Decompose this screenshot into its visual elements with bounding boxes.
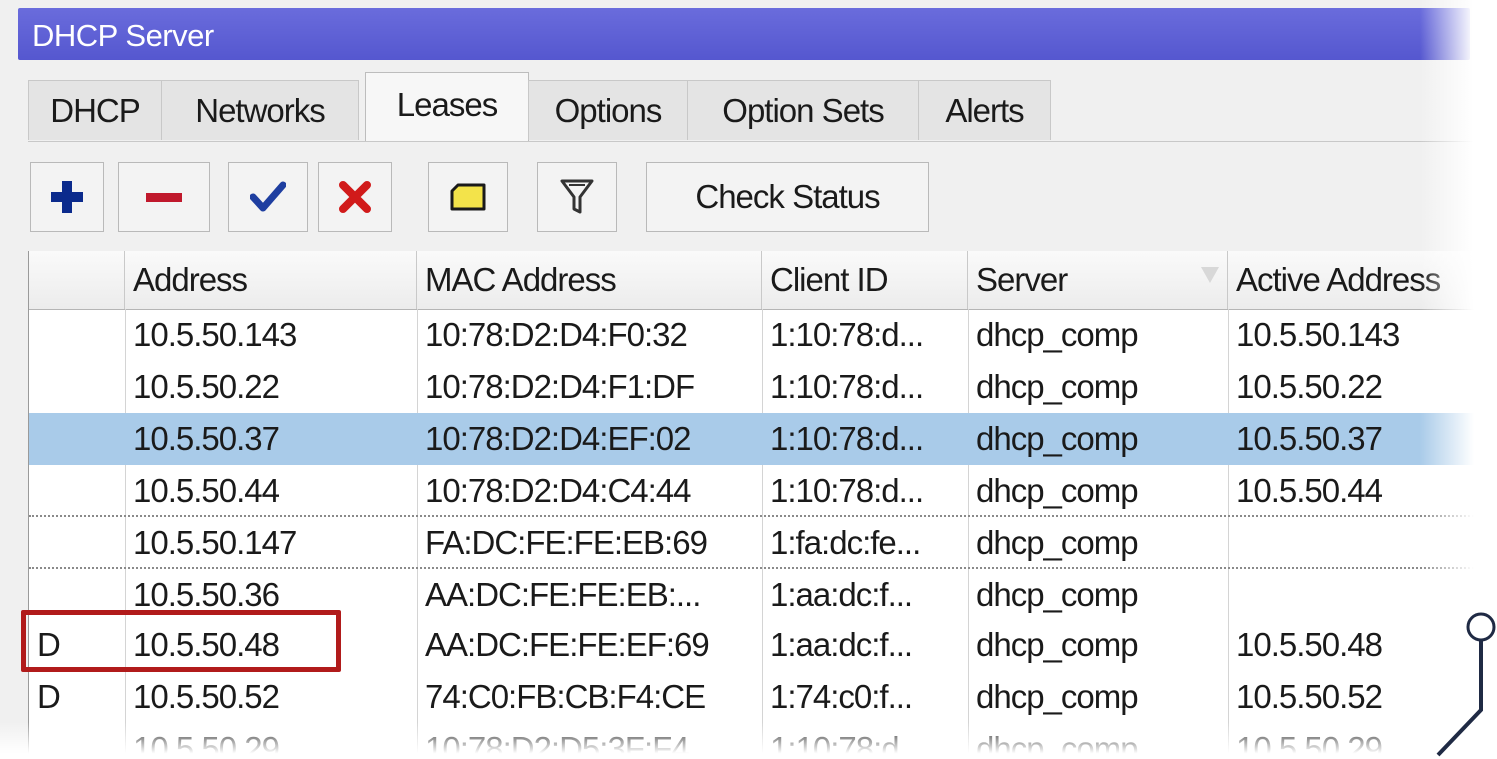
cell-flag xyxy=(29,309,125,361)
filter-icon xyxy=(560,179,594,214)
cell-client-id: 1:aa:dc:f... xyxy=(770,626,913,663)
cell-client-id: 1:10:78:d... xyxy=(770,420,924,457)
cell-server: dhcp_comp xyxy=(976,472,1139,509)
leases-table: Address MAC Address Client ID Server Act… xyxy=(28,251,1474,759)
cell-client-id: 1:74:c0:f... xyxy=(770,678,913,715)
enable-button[interactable] xyxy=(228,162,308,232)
checkmark-icon xyxy=(250,181,286,212)
annotation-highlight-box xyxy=(21,610,341,672)
tab-leases[interactable]: Leases xyxy=(365,72,529,142)
title-bar[interactable]: DHCP Server xyxy=(18,8,1470,60)
cell-server: dhcp_comp xyxy=(976,576,1139,613)
cell-address: 10.5.50.44 xyxy=(133,472,280,509)
table-row[interactable]: 10.5.50.147 FA:DC:FE:FE:EB:69 1:fa:dc:fe..… xyxy=(29,515,1474,567)
cell-server: dhcp_comp xyxy=(976,678,1139,715)
table-row[interactable]: 10.5.50.44 10:78:D2:D4:C4:44 1:10:78:d... d… xyxy=(29,465,1474,517)
cell-flag xyxy=(29,465,125,517)
add-button[interactable] xyxy=(30,162,104,232)
table-row[interactable]: 10.5.50.22 10:78:D2:D4:F1:DF 1:10:78:d... d… xyxy=(29,361,1474,413)
column-header-server[interactable]: Server xyxy=(968,251,1228,309)
cell-flag: D xyxy=(37,678,61,715)
x-icon xyxy=(339,181,371,213)
decorative-connector-icon xyxy=(1436,612,1496,757)
plus-icon xyxy=(51,181,83,213)
sort-indicator-icon xyxy=(1201,267,1219,283)
tab-networks[interactable]: Networks xyxy=(161,80,359,140)
comment-note-icon xyxy=(450,183,486,211)
column-header-client-id[interactable]: Client ID xyxy=(762,251,968,309)
tab-dhcp[interactable]: DHCP xyxy=(28,80,162,140)
cell-client-id: 1:fa:dc:fe... xyxy=(770,524,921,561)
dhcp-server-window: DHCP Server DHCP Networks Leases Options… xyxy=(0,0,1497,759)
cell-mac-address: 10:78:D2:D4:EF:02 xyxy=(425,420,692,457)
column-header-address[interactable]: Address xyxy=(125,251,417,309)
cell-server: dhcp_comp xyxy=(976,420,1139,457)
tab-divider xyxy=(28,141,1473,142)
cell-mac-address: 10:78:D2:D4:F1:DF xyxy=(425,368,695,405)
cell-server: dhcp_comp xyxy=(976,626,1139,663)
cell-address: 10.5.50.37 xyxy=(133,420,280,457)
cell-flag xyxy=(29,517,125,569)
tab-option-sets[interactable]: Option Sets xyxy=(687,80,919,140)
table-row[interactable]: D 10.5.50.52 74:C0:FB:CB:F4:CE 1:74:c0:f...… xyxy=(29,671,1474,723)
check-status-button[interactable]: Check Status xyxy=(646,162,929,232)
table-row[interactable]: 10.5.50.37 10:78:D2:D4:EF:02 1:10:78:d... d… xyxy=(29,413,1474,465)
window-title: DHCP Server xyxy=(32,18,214,53)
cell-address: 10.5.50.22 xyxy=(133,368,280,405)
cell-address: 10.5.50.143 xyxy=(133,316,297,353)
cell-mac-address: 10:78:D2:D4:F0:32 xyxy=(425,316,688,353)
column-header-mac-address[interactable]: MAC Address xyxy=(417,251,762,309)
remove-button[interactable] xyxy=(118,162,210,232)
cell-client-id: 1:aa:dc:f... xyxy=(770,576,913,613)
comment-button[interactable] xyxy=(428,162,508,232)
cell-mac-address: FA:DC:FE:FE:EB:69 xyxy=(425,524,708,561)
table-row[interactable]: 10.5.50.143 10:78:D2:D4:F0:32 1:10:78:d...… xyxy=(29,309,1474,361)
filter-button[interactable] xyxy=(537,162,617,232)
column-header-flags[interactable] xyxy=(29,251,125,309)
cell-mac-address: AA:DC:FE:FE:EF:69 xyxy=(425,626,710,663)
cell-server: dhcp_comp xyxy=(976,316,1139,353)
cell-server: dhcp_comp xyxy=(976,368,1139,405)
disable-button[interactable] xyxy=(318,162,392,232)
cell-mac-address: 10:78:D2:D4:C4:44 xyxy=(425,472,692,509)
cell-address: 10.5.50.52 xyxy=(133,678,280,715)
cell-flag xyxy=(29,413,125,465)
cell-server: dhcp_comp xyxy=(976,524,1139,561)
cell-mac-address: 74:C0:FB:CB:F4:CE xyxy=(425,678,706,715)
cell-client-id: 1:10:78:d... xyxy=(770,368,924,405)
cell-client-id: 1:10:78:d... xyxy=(770,472,924,509)
cell-flag xyxy=(29,361,125,413)
cell-address: 10.5.50.147 xyxy=(133,524,297,561)
minus-icon xyxy=(146,193,182,202)
tab-options[interactable]: Options xyxy=(528,80,688,140)
bottom-fade xyxy=(0,722,1497,759)
cell-client-id: 1:10:78:d... xyxy=(770,316,924,353)
table-header: Address MAC Address Client ID Server Act… xyxy=(29,251,1474,310)
tab-alerts[interactable]: Alerts xyxy=(918,80,1051,140)
cell-mac-address: AA:DC:FE:FE:EB:... xyxy=(425,576,701,613)
